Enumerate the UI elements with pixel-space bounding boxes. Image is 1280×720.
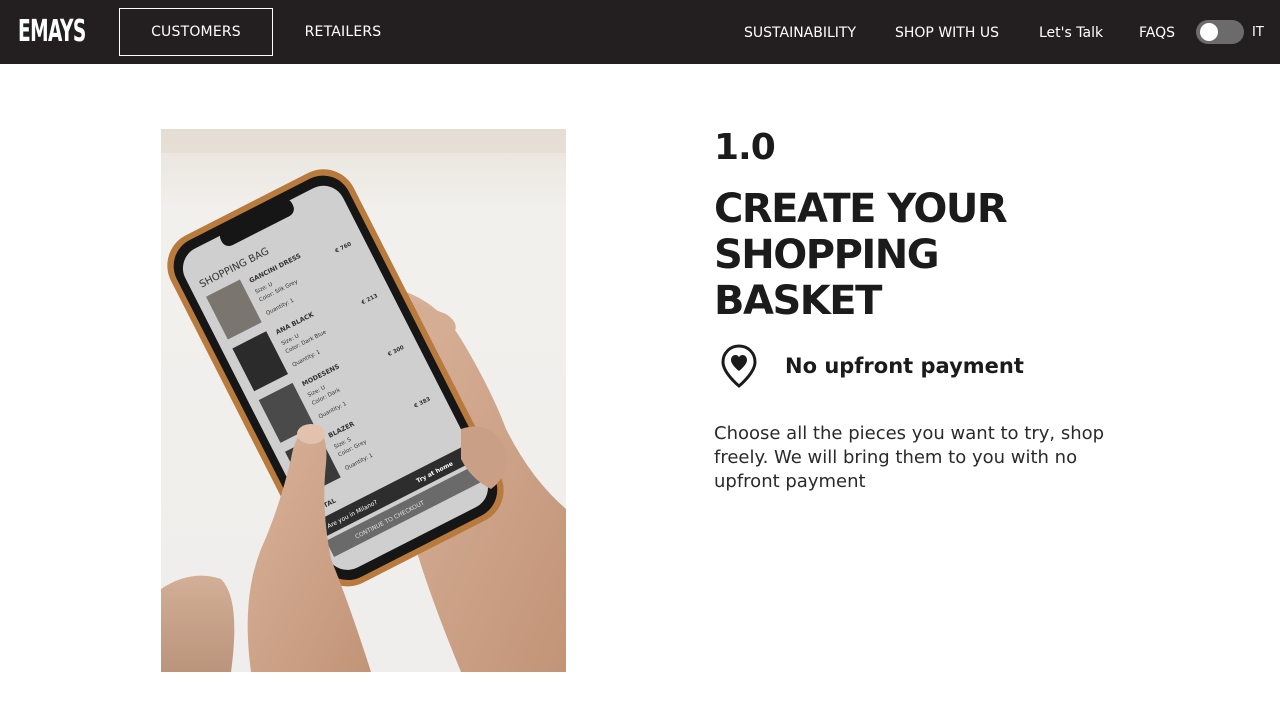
nav-link-sustainability[interactable]: SUSTAINABILITY [744,22,856,44]
heart-pin-icon [720,343,758,389]
feature-title: No upfront payment [785,354,1024,378]
section-headline: CREATE YOUR SHOPPING BASKET [714,186,1008,324]
emays-logo[interactable]: EMAYS [18,14,86,50]
step-number: 1.0 [714,127,776,168]
nav-link-lets-talk[interactable]: Let's Talk [1039,22,1103,44]
language-toggle[interactable] [1196,20,1244,44]
language-toggle-knob [1200,23,1218,41]
hero-phone-photo: SHOPPING BAG GANCINI DRESS Size: U Color… [161,129,566,672]
top-navigation-bar: EMAYS CUSTOMERS RETAILERS SUSTAINABILITY… [0,0,1280,64]
section-description: Choose all the pieces you want to try, s… [714,423,1105,492]
nav-link-faqs[interactable]: FAQS [1139,22,1175,44]
nav-link-shop-with-us[interactable]: SHOP WITH US [895,22,999,44]
tab-customers[interactable]: CUSTOMERS [119,8,273,56]
tab-retailers[interactable]: RETAILERS [288,8,398,56]
language-label: IT [1252,25,1264,40]
